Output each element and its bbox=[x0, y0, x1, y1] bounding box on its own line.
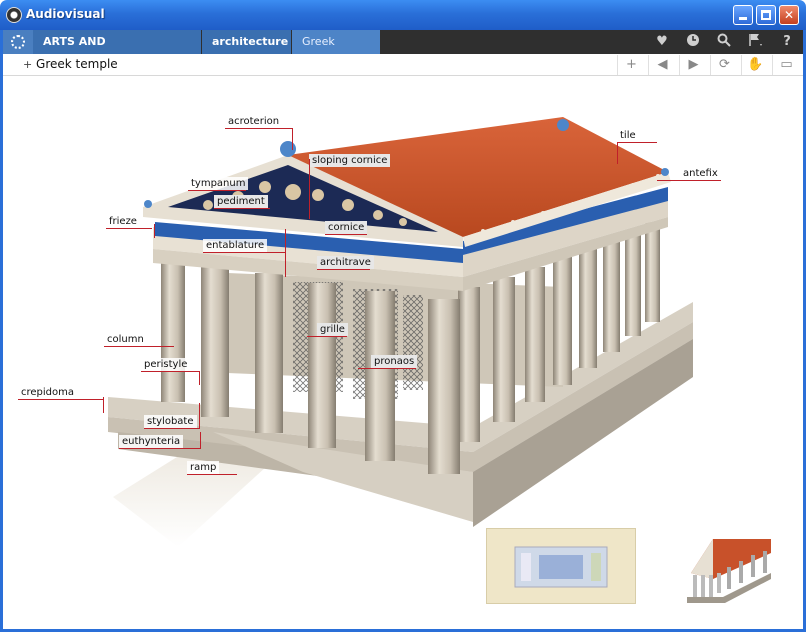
label-acroterion: acroterion bbox=[225, 115, 283, 128]
label-grille: grille bbox=[317, 323, 348, 336]
page-title: Greek temple bbox=[36, 57, 118, 71]
breadcrumb-arts-and-architecture[interactable]: ARTS AND ARCHITECTURE bbox=[33, 30, 201, 72]
floor-plan-thumbnail[interactable] bbox=[486, 528, 636, 604]
sun-icon bbox=[11, 35, 25, 49]
label-pronaos: pronaos bbox=[371, 355, 418, 368]
window-titlebar: Audiovisual ✕ bbox=[0, 0, 806, 30]
label-peristyle: peristyle bbox=[141, 358, 191, 371]
label-tile: tile bbox=[617, 129, 639, 142]
flag-icon[interactable] bbox=[747, 33, 765, 51]
label-architrave: architrave bbox=[317, 256, 374, 269]
close-icon: ✕ bbox=[783, 8, 795, 22]
label-entablature: entablature bbox=[203, 239, 268, 252]
hand-icon[interactable]: ✋ bbox=[741, 55, 769, 75]
breadcrumb-greek-temple[interactable]: Greek temple bbox=[292, 30, 380, 72]
toolbar-title-row: + Greek temple bbox=[23, 57, 118, 71]
temple-thumbnail[interactable] bbox=[683, 529, 775, 605]
navigation-bar: ARTS AND ARCHITECTURE architecture Greek… bbox=[3, 30, 803, 72]
back-arrow-icon[interactable]: ◀ bbox=[648, 55, 676, 75]
label-ramp: ramp bbox=[187, 461, 220, 474]
label-column: column bbox=[104, 333, 147, 346]
add-button[interactable]: + bbox=[617, 55, 645, 75]
label-cornice: cornice bbox=[325, 221, 368, 234]
help-icon[interactable]: ? bbox=[778, 33, 796, 51]
maximize-button[interactable] bbox=[756, 5, 776, 25]
label-crepidoma: crepidoma bbox=[18, 386, 78, 399]
label-stylobate: stylobate bbox=[144, 415, 197, 428]
label-antefix: antefix bbox=[680, 167, 721, 180]
window-icon[interactable]: ▭ bbox=[772, 55, 800, 75]
label-euthynteria: euthynteria bbox=[119, 435, 184, 448]
heart-icon[interactable]: ♥ bbox=[653, 33, 671, 51]
search-icon[interactable] bbox=[715, 33, 733, 51]
refresh-icon[interactable]: ⟳ bbox=[710, 55, 738, 75]
label-frieze: frieze bbox=[106, 215, 140, 228]
breadcrumb-architecture[interactable]: architecture bbox=[202, 30, 291, 54]
clock-icon[interactable] bbox=[684, 33, 702, 51]
window-title: Audiovisual bbox=[26, 7, 105, 21]
illustration-canvas: acroterion tile sloping cornice antefix … bbox=[3, 77, 803, 629]
expand-plus-icon[interactable]: + bbox=[23, 58, 32, 71]
minimize-button[interactable] bbox=[733, 5, 753, 25]
forward-arrow-icon[interactable]: ▶ bbox=[679, 55, 707, 75]
label-sloping-cornice: sloping cornice bbox=[309, 154, 391, 167]
label-pediment: pediment bbox=[214, 195, 268, 208]
label-tympanum: tympanum bbox=[188, 177, 249, 190]
home-logo-button[interactable] bbox=[3, 30, 33, 54]
content-toolbar: + Greek temple + ◀ ▶ ⟳ ✋ ▭ bbox=[3, 54, 803, 76]
close-button[interactable]: ✕ bbox=[779, 5, 799, 25]
app-icon bbox=[6, 7, 22, 23]
